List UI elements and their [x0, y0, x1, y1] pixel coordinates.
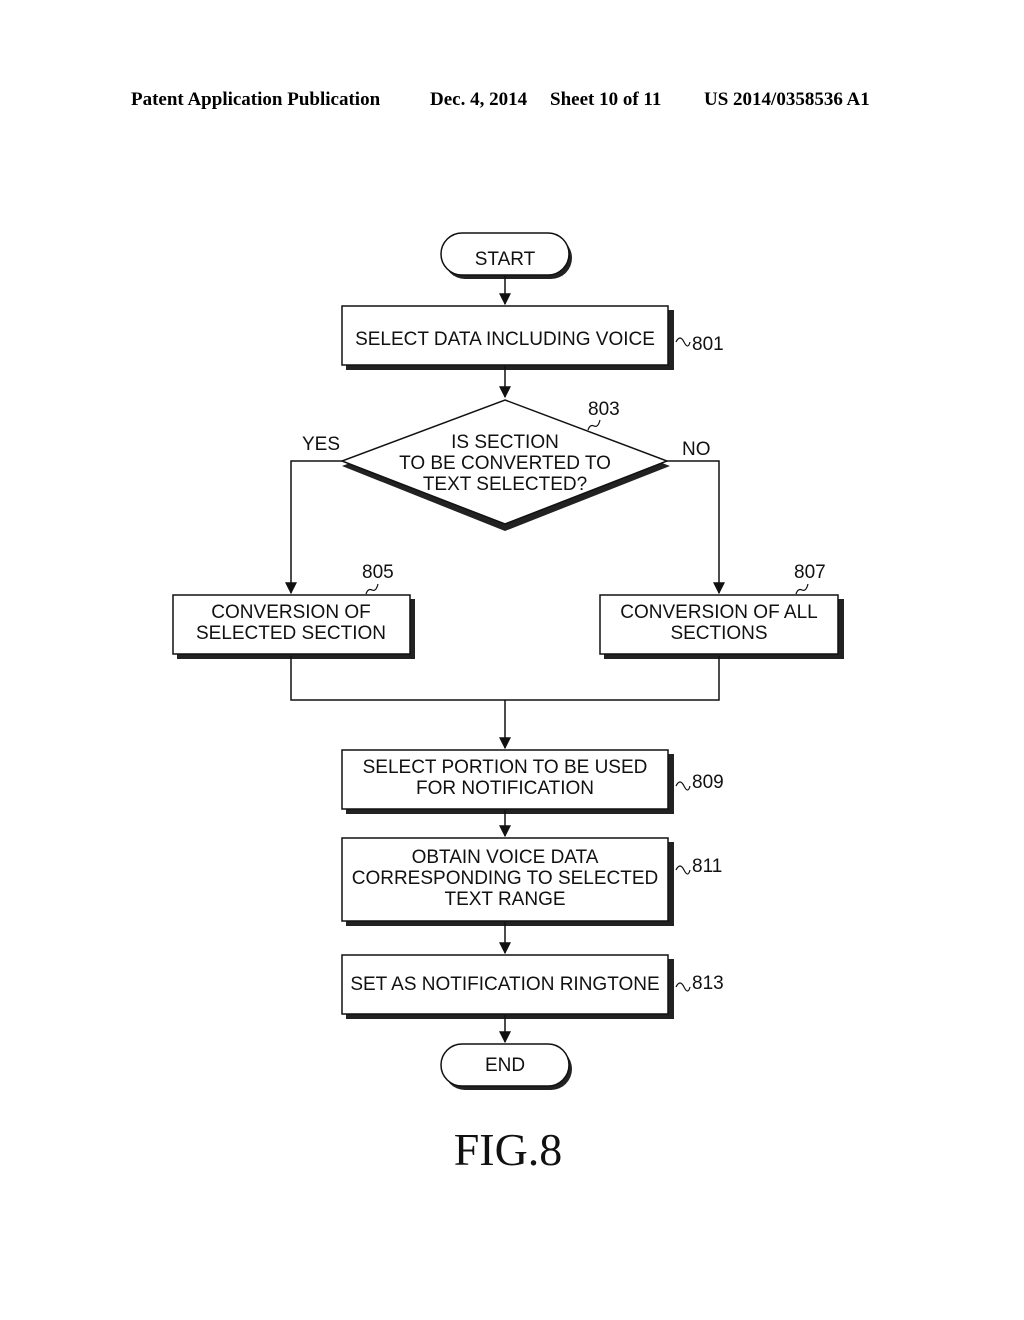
end-terminal: END — [440, 1043, 572, 1090]
step-807-line2: SECTIONS — [670, 623, 767, 644]
leader-809 — [675, 781, 691, 791]
step-801-text: SELECT DATA INCLUDING VOICE — [355, 329, 655, 350]
ref-805: 805 — [362, 562, 394, 583]
no-label: NO — [682, 439, 711, 460]
ref-811: 811 — [692, 856, 722, 877]
step-805-line2: SELECTED SECTION — [196, 623, 386, 644]
ref-807: 807 — [794, 562, 826, 583]
ref-803: 803 — [588, 399, 620, 420]
decision-803-line2: TO BE CONVERTED TO — [399, 453, 611, 474]
leader-805 — [365, 583, 379, 595]
step-813-box: SET AS NOTIFICATION RINGTONE — [341, 954, 674, 1019]
merge-line — [290, 656, 720, 701]
no-branch-arrow — [667, 460, 725, 595]
step-811-line3: TEXT RANGE — [444, 889, 565, 910]
step-809-box: SELECT PORTION TO BE USED FOR NOTIFICATI… — [341, 749, 674, 814]
step-811-box: OBTAIN VOICE DATA CORRESPONDING TO SELEC… — [341, 837, 674, 926]
yes-label: YES — [302, 434, 340, 455]
ref-809: 809 — [692, 772, 724, 793]
step-805-box: CONVERSION OF SELECTED SECTION — [172, 594, 415, 659]
leader-807 — [795, 583, 809, 595]
leader-801 — [675, 337, 691, 347]
ref-801: 801 — [692, 334, 724, 355]
step-807-line1: CONVERSION OF ALL — [620, 602, 817, 623]
step-811-line1: OBTAIN VOICE DATA — [412, 847, 599, 868]
step-811-line2: CORRESPONDING TO SELECTED — [352, 868, 659, 889]
ref-813: 813 — [692, 973, 724, 994]
step-807-box: CONVERSION OF ALL SECTIONS — [599, 594, 844, 659]
leader-813 — [675, 982, 691, 992]
leader-803 — [587, 419, 601, 431]
end-label: END — [485, 1055, 525, 1076]
step-809-line2: FOR NOTIFICATION — [416, 778, 594, 799]
start-terminal: START — [440, 232, 572, 279]
decision-803: IS SECTION TO BE CONVERTED TO TEXT SELEC… — [339, 399, 670, 531]
step-809-line1: SELECT PORTION TO BE USED — [363, 757, 648, 778]
step-813-text: SET AS NOTIFICATION RINGTONE — [350, 974, 659, 995]
leader-811 — [675, 865, 691, 875]
yes-branch-arrow — [285, 460, 342, 595]
flowchart: START SELECT DATA INCLUDING VOICE 801 IS… — [172, 232, 844, 1175]
step-805-line1: CONVERSION OF — [211, 602, 370, 623]
decision-803-line3: TEXT SELECTED? — [423, 474, 587, 495]
figure-label: FIG.8 — [454, 1124, 563, 1175]
decision-803-line1: IS SECTION — [451, 432, 559, 453]
step-801-box: SELECT DATA INCLUDING VOICE — [341, 305, 674, 370]
start-label: START — [475, 249, 536, 270]
